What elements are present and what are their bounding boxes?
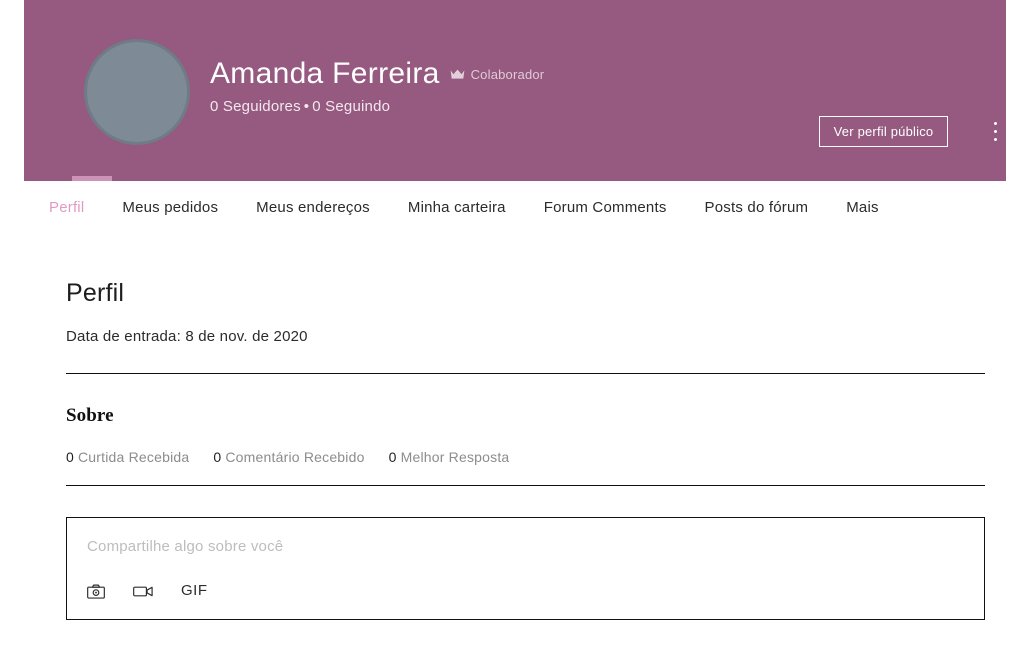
join-date: Data de entrada: 8 de nov. de 2020: [66, 328, 308, 345]
kebab-dot-3: [994, 138, 997, 141]
stat-best-answers-count: 0: [388, 449, 397, 465]
view-public-profile-button[interactable]: Ver perfil público: [819, 116, 948, 147]
tab-posts-do-forum[interactable]: Posts do fórum: [705, 199, 809, 216]
stat-best-answers: 0 Melhor Resposta: [389, 449, 510, 465]
about-compose-placeholder[interactable]: Compartilhe algo sobre você: [87, 538, 283, 555]
followers-count[interactable]: 0 Seguidores: [210, 98, 301, 115]
page-title: Perfil: [66, 279, 125, 307]
stat-comments-count: 0: [213, 449, 222, 465]
tab-meus-enderecos[interactable]: Meus endereços: [256, 199, 370, 216]
about-compose-box[interactable]: Compartilhe algo sobre você GIF: [66, 517, 985, 620]
stat-best-answers-label: Melhor Resposta: [400, 449, 510, 465]
tab-minha-carteira[interactable]: Minha carteira: [408, 199, 506, 216]
profile-display-name: Amanda Ferreira: [210, 57, 440, 90]
contributor-badge: Colaborador: [450, 67, 545, 82]
stats-separator: •: [303, 98, 310, 115]
contributor-badge-label: Colaborador: [470, 67, 545, 82]
compose-toolbar: GIF: [87, 583, 208, 599]
profile-identity: Amanda Ferreira Colaborador 0 Seguidores…: [210, 55, 810, 115]
stat-likes-received: 0 Curtida Recebida: [66, 449, 189, 465]
video-icon[interactable]: [133, 585, 153, 598]
avatar[interactable]: [84, 39, 190, 145]
profile-content: Perfil Data de entrada: 8 de nov. de 202…: [66, 278, 985, 620]
name-row: Amanda Ferreira Colaborador: [210, 55, 810, 93]
kebab-dot-2: [994, 130, 997, 133]
following-count[interactable]: 0 Seguindo: [312, 98, 390, 115]
divider-top: [66, 373, 985, 374]
kebab-dot-1: [994, 122, 997, 125]
tab-meus-pedidos[interactable]: Meus pedidos: [122, 199, 218, 216]
stat-comments-label: Comentário Recebido: [225, 449, 365, 465]
tab-forum-comments[interactable]: Forum Comments: [544, 199, 667, 216]
gif-icon[interactable]: GIF: [181, 583, 208, 599]
about-stats-row: 0 Curtida Recebida 0 Comentário Recebido 0…: [66, 449, 985, 465]
kebab-menu-icon[interactable]: [987, 120, 1004, 143]
stat-likes-count: 0: [66, 449, 74, 465]
stat-likes-label: Curtida Recebida: [78, 449, 190, 465]
divider-about: [66, 485, 985, 486]
photo-icon[interactable]: [87, 584, 105, 599]
tab-perfil[interactable]: Perfil: [49, 199, 84, 216]
tab-mais[interactable]: Mais: [846, 199, 878, 216]
profile-page: Amanda Ferreira Colaborador 0 Seguidores…: [0, 0, 1031, 647]
about-section-title: Sobre: [66, 405, 114, 426]
crown-icon: [450, 69, 465, 80]
follow-stats: 0 Seguidores • 0 Seguindo: [210, 98, 810, 115]
profile-tab-bar: Perfil Meus pedidos Meus endereços Minha…: [24, 181, 1006, 233]
stat-comments-received: 0 Comentário Recebido: [213, 449, 364, 465]
profile-banner: Amanda Ferreira Colaborador 0 Seguidores…: [24, 0, 1006, 181]
